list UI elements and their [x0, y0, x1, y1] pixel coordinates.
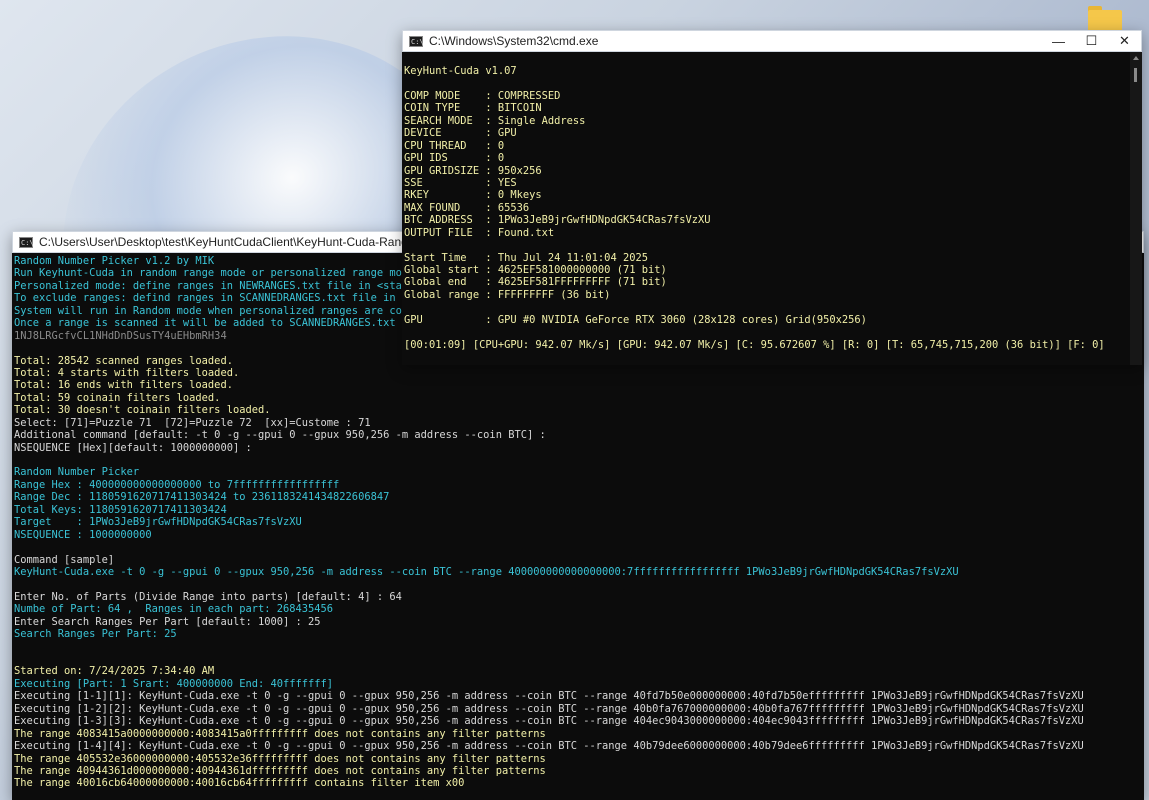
keyhunt-cmd-window[interactable]: C:\ C:\Windows\System32\cmd.exe — ☐ ✕ Ke… [402, 30, 1142, 365]
left-console-line: Total: 30 doesn't coinain filters loaded… [14, 404, 271, 417]
left-console-line: Enter Search Ranges Per Part [default: 1… [14, 615, 321, 628]
right-console-line: KeyHunt-Cuda v1.07 [404, 65, 517, 77]
right-console-line [404, 326, 1130, 338]
left-console-line: Executing [Part: 1 Srart: 400000000 End:… [14, 677, 334, 690]
left-console-line: Numbe of Part: 64 , Ranges in each part:… [14, 603, 334, 616]
right-console-line: RKEY : 0 Mkeys [404, 189, 542, 202]
cmd-icon: C:\ [409, 35, 424, 47]
left-console-line: Range Hex : 400000000000000000 to 7fffff… [14, 478, 340, 491]
right-console-line: COIN TYPE : BITCOIN [404, 102, 542, 115]
left-console-line: Total: 4 starts with filters loaded. [14, 366, 240, 379]
left-console-line: Select: [71]=Puzzle 71 [72]=Puzzle 72 [x… [14, 416, 371, 429]
right-console-line: GPU IDS : 0 [404, 152, 505, 165]
right-console-line: MAX FOUND : 65536 [404, 201, 530, 214]
left-console-line: Search Ranges Per Part: 25 [14, 628, 177, 641]
right-console-line: Global range : FFFFFFFFF (36 bit) [404, 288, 611, 301]
right-console-line: GPU : GPU #0 NVIDIA GeForce RTX 3060 (28… [404, 313, 867, 326]
maximize-button[interactable]: ☐ [1075, 31, 1108, 51]
left-console-line: NSEQUENCE [Hex][default: 1000000000] : [14, 441, 252, 454]
left-console-line: Additional command [default: -t 0 -g --g… [14, 429, 546, 442]
left-console-line: Random Number Picker [14, 466, 140, 479]
left-console-line [14, 541, 1144, 553]
left-console-line: Executing [1-1][1]: KeyHunt-Cuda.exe -t … [14, 690, 1084, 703]
minimize-button[interactable]: — [1042, 31, 1075, 51]
left-console-line: Total: 59 coinain filters loaded. [14, 391, 221, 404]
left-console-line: The range 405532e36000000000:405532e36ff… [14, 752, 546, 765]
right-console-line: [00:01:09] [CPU+GPU: 942.07 Mk/s] [GPU: … [404, 338, 1105, 351]
left-console-line: Enter No. of Parts (Divide Range into pa… [14, 590, 402, 603]
right-console-line: SEARCH MODE : Single Address [404, 114, 586, 127]
left-console-line: The range 40016cb64000000000:40016cb64ff… [14, 777, 465, 790]
left-console-line: The range 4083415a0000000000:4083415a0ff… [14, 727, 546, 740]
right-window-titlebar[interactable]: C:\ C:\Windows\System32\cmd.exe — ☐ ✕ [402, 30, 1142, 52]
left-console-line [14, 454, 1144, 466]
left-console-line [14, 653, 1144, 665]
left-console-line: Total: 16 ends with filters loaded. [14, 379, 233, 392]
scroll-up-arrow-icon[interactable] [1133, 56, 1139, 60]
left-console-line: KeyHunt-Cuda.exe -t 0 -g --gpui 0 --gpux… [14, 565, 959, 578]
desktop-folder-icon[interactable] [1088, 6, 1122, 32]
right-window-title: C:\Windows\System32\cmd.exe [429, 34, 599, 48]
left-console-line: Executing [1-4][4]: KeyHunt-Cuda.exe -t … [14, 740, 1084, 753]
left-console-line: Executing [1-3][3]: KeyHunt-Cuda.exe -t … [14, 715, 1084, 728]
right-console-line: Global start : 4625EF581000000000 (71 bi… [404, 264, 667, 276]
close-button[interactable]: ✕ [1108, 31, 1141, 51]
right-console-line: Start Time : Thu Jul 24 11:01:04 2025 [404, 251, 648, 264]
right-console-line [404, 301, 1130, 313]
right-console-line: DEVICE : GPU [404, 127, 517, 140]
left-console-line: Range Dec : 1180591620717411303424 to 23… [14, 491, 390, 504]
left-console-line: Total Keys: 1180591620717411303424 [14, 503, 227, 516]
right-console-line: CPU THREAD : 0 [404, 139, 505, 152]
right-console-output[interactable]: KeyHunt-Cuda v1.07 COMP MODE : COMPRESSED… [402, 52, 1130, 365]
left-console-line: The range 40944361d000000000:40944361dff… [14, 764, 546, 777]
console-scrollbar[interactable] [1130, 52, 1142, 365]
right-console-line: COMP MODE : COMPRESSED [404, 89, 561, 102]
right-console-line [404, 77, 1130, 89]
scroll-thumb[interactable] [1134, 68, 1137, 82]
left-console-line: Executing [1-2][2]: KeyHunt-Cuda.exe -t … [14, 702, 1084, 715]
left-console-line [14, 641, 1144, 653]
right-console-line: BTC ADDRESS : 1PWo3JeB9jrGwfHDNpdGK54CRa… [404, 214, 711, 227]
right-console-line: OUTPUT FILE : Found.txt [404, 226, 555, 239]
left-console-line: Target : 1PWo3JeB9jrGwfHDNpdGK54CRas7fsV… [14, 516, 302, 529]
right-console-line: SSE : YES [404, 176, 517, 189]
cmd-icon: C:\ [19, 236, 34, 248]
right-console-line: GPU GRIDSIZE : 950x256 [404, 164, 542, 177]
right-console-line [404, 239, 1130, 251]
left-console-line: Started on: 7/24/2025 7:34:40 AM [14, 665, 215, 678]
right-console-line: Global end : 4625EF581FFFFFFFFF (71 bit) [404, 276, 667, 289]
left-console-line: NSEQUENCE : 1000000000 [14, 528, 152, 541]
left-console-line: Command [sample] [14, 553, 115, 566]
left-console-line [14, 578, 1144, 590]
